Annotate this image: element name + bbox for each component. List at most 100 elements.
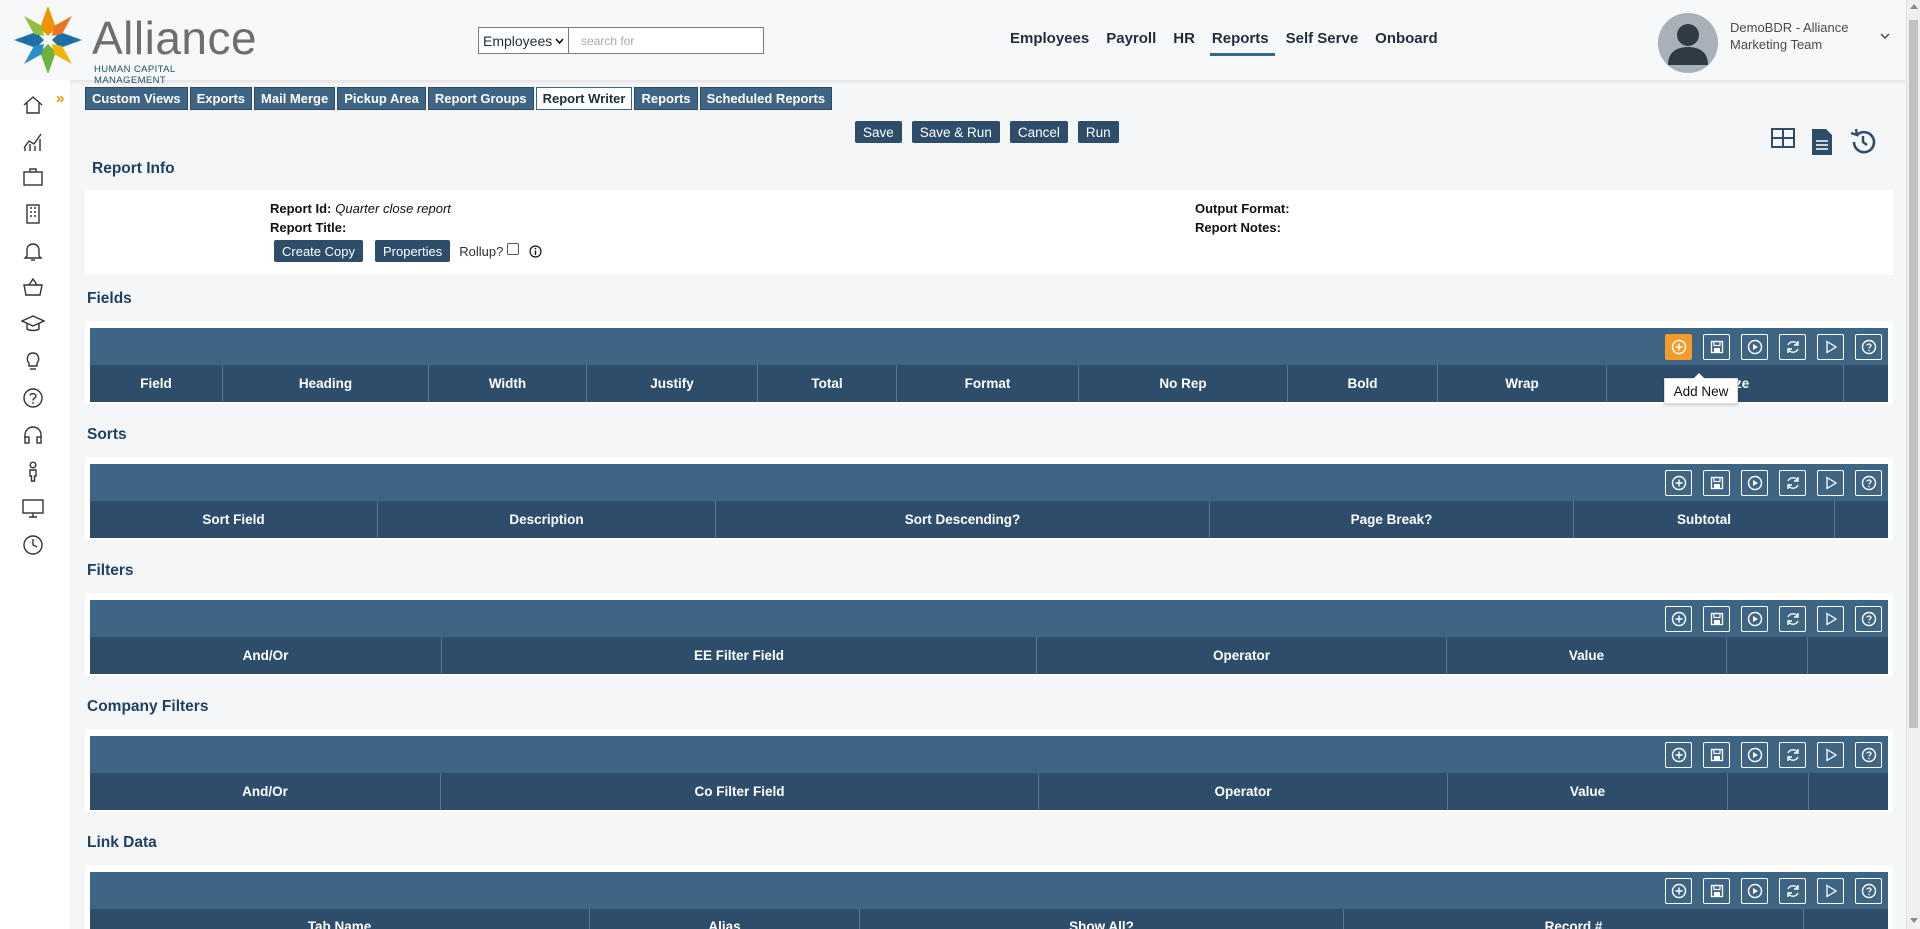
column-header[interactable]: Value [1448, 773, 1728, 810]
create-copy-button[interactable]: Create Copy [274, 240, 363, 262]
column-header[interactable]: Field [90, 365, 223, 402]
user-menu[interactable]: DemoBDR - Alliance Marketing Team [1658, 13, 1898, 75]
column-header[interactable]: And/Or [90, 773, 441, 810]
column-header[interactable]: Value [1447, 637, 1727, 674]
document-icon[interactable] [1810, 127, 1834, 157]
briefcase-icon[interactable] [20, 164, 46, 190]
column-header[interactable]: No Rep [1079, 365, 1288, 402]
add-new-icon[interactable] [1665, 334, 1692, 360]
expand-sidebar-icon[interactable]: » [56, 90, 64, 107]
cancel-button[interactable]: Cancel [1009, 121, 1068, 143]
scroll-up-icon[interactable] [1910, 4, 1918, 9]
search-input[interactable]: search for [569, 28, 763, 53]
column-header[interactable]: Tab Name [90, 909, 590, 929]
column-header[interactable]: And/Or [90, 637, 442, 674]
headset-icon[interactable] [20, 422, 46, 448]
refresh-icon[interactable] [1779, 606, 1806, 632]
add-new-icon[interactable] [1665, 878, 1692, 904]
graduation-cap-icon[interactable] [20, 311, 46, 337]
tab-exports[interactable]: Exports [189, 87, 253, 110]
column-header[interactable]: Bold [1288, 365, 1438, 402]
column-header[interactable]: Sort Field [90, 501, 378, 538]
column-header[interactable]: Width [429, 365, 587, 402]
run-button[interactable]: Run [1077, 121, 1119, 143]
add-new-icon[interactable] [1665, 606, 1692, 632]
help-icon[interactable] [1855, 470, 1882, 496]
column-header[interactable]: Operator [1039, 773, 1448, 810]
tab-custom-views[interactable]: Custom Views [85, 87, 188, 110]
scroll-down-icon[interactable] [1910, 918, 1918, 923]
play-icon[interactable] [1817, 470, 1844, 496]
search-scope-select[interactable]: Employees [479, 28, 569, 53]
properties-button[interactable]: Properties [374, 240, 451, 262]
nav-onboard[interactable]: Onboard [1375, 30, 1438, 56]
column-header[interactable] [1809, 773, 1888, 810]
column-header[interactable]: Total [758, 365, 897, 402]
scroll-thumb[interactable] [1909, 20, 1918, 728]
add-new-icon[interactable] [1665, 470, 1692, 496]
help-icon[interactable] [20, 385, 46, 411]
column-header[interactable]: Record # [1344, 909, 1804, 929]
tab-reports[interactable]: Reports [634, 87, 698, 110]
record-icon[interactable] [1741, 878, 1768, 904]
column-header[interactable] [1808, 637, 1888, 674]
save-icon[interactable] [1703, 742, 1730, 768]
analytics-icon[interactable] [20, 128, 46, 154]
column-header[interactable]: Operator [1037, 637, 1447, 674]
tab-report-writer[interactable]: Report Writer [535, 87, 633, 110]
column-header[interactable]: Format [897, 365, 1079, 402]
refresh-icon[interactable] [1779, 742, 1806, 768]
record-icon[interactable] [1741, 606, 1768, 632]
monitor-icon[interactable] [20, 495, 46, 521]
page-scrollbar[interactable] [1906, 0, 1920, 929]
save-and-run-button[interactable]: Save & Run [911, 121, 1000, 143]
save-icon[interactable] [1703, 878, 1730, 904]
refresh-icon[interactable] [1779, 878, 1806, 904]
nav-self-serve[interactable]: Self Serve [1286, 30, 1359, 56]
save-icon[interactable] [1703, 334, 1730, 360]
help-icon[interactable] [1855, 742, 1882, 768]
column-header[interactable] [1835, 501, 1888, 538]
history-icon[interactable] [1848, 127, 1878, 157]
column-header[interactable]: Page Break? [1210, 501, 1574, 538]
refresh-icon[interactable] [1779, 470, 1806, 496]
alliance-logo[interactable]: Alliance HUMAN CAPITAL MANAGEMENT [10, 3, 257, 86]
column-header[interactable]: Heading [223, 365, 429, 402]
column-header[interactable] [1844, 365, 1888, 402]
column-header[interactable]: Description [378, 501, 716, 538]
home-icon[interactable] [20, 92, 46, 118]
refresh-icon[interactable] [1779, 334, 1806, 360]
grid-view-icon[interactable] [1770, 127, 1796, 149]
record-icon[interactable] [1741, 742, 1768, 768]
lightbulb-icon[interactable] [20, 348, 46, 374]
add-new-icon[interactable] [1665, 742, 1692, 768]
tab-scheduled-reports[interactable]: Scheduled Reports [699, 87, 833, 110]
nav-employees[interactable]: Employees [1010, 30, 1089, 56]
play-icon[interactable] [1817, 742, 1844, 768]
column-header[interactable] [1804, 909, 1888, 929]
nav-hr[interactable]: HR [1173, 30, 1195, 56]
column-header[interactable] [1727, 637, 1808, 674]
nav-payroll[interactable]: Payroll [1106, 30, 1156, 56]
rollup-checkbox[interactable] [507, 243, 520, 255]
save-button[interactable]: Save [855, 121, 902, 143]
column-header[interactable]: Co Filter Field [441, 773, 1039, 810]
column-header[interactable]: EE Filter Field [442, 637, 1037, 674]
column-header[interactable]: Alias [590, 909, 860, 929]
help-icon[interactable] [1855, 606, 1882, 632]
help-icon[interactable] [1855, 334, 1882, 360]
play-icon[interactable] [1817, 606, 1844, 632]
bell-icon[interactable] [20, 238, 46, 264]
column-header[interactable]: Subtotal [1574, 501, 1835, 538]
basket-icon[interactable] [20, 274, 46, 300]
record-icon[interactable] [1741, 470, 1768, 496]
tab-pickup-area[interactable]: Pickup Area [337, 87, 426, 110]
column-header[interactable]: Show All? [860, 909, 1344, 929]
tab-report-groups[interactable]: Report Groups [427, 87, 534, 110]
column-header[interactable]: Wrap [1438, 365, 1607, 402]
save-icon[interactable] [1703, 606, 1730, 632]
building-icon[interactable] [20, 201, 46, 227]
info-icon[interactable] [529, 244, 542, 258]
play-icon[interactable] [1817, 334, 1844, 360]
record-icon[interactable] [1741, 334, 1768, 360]
